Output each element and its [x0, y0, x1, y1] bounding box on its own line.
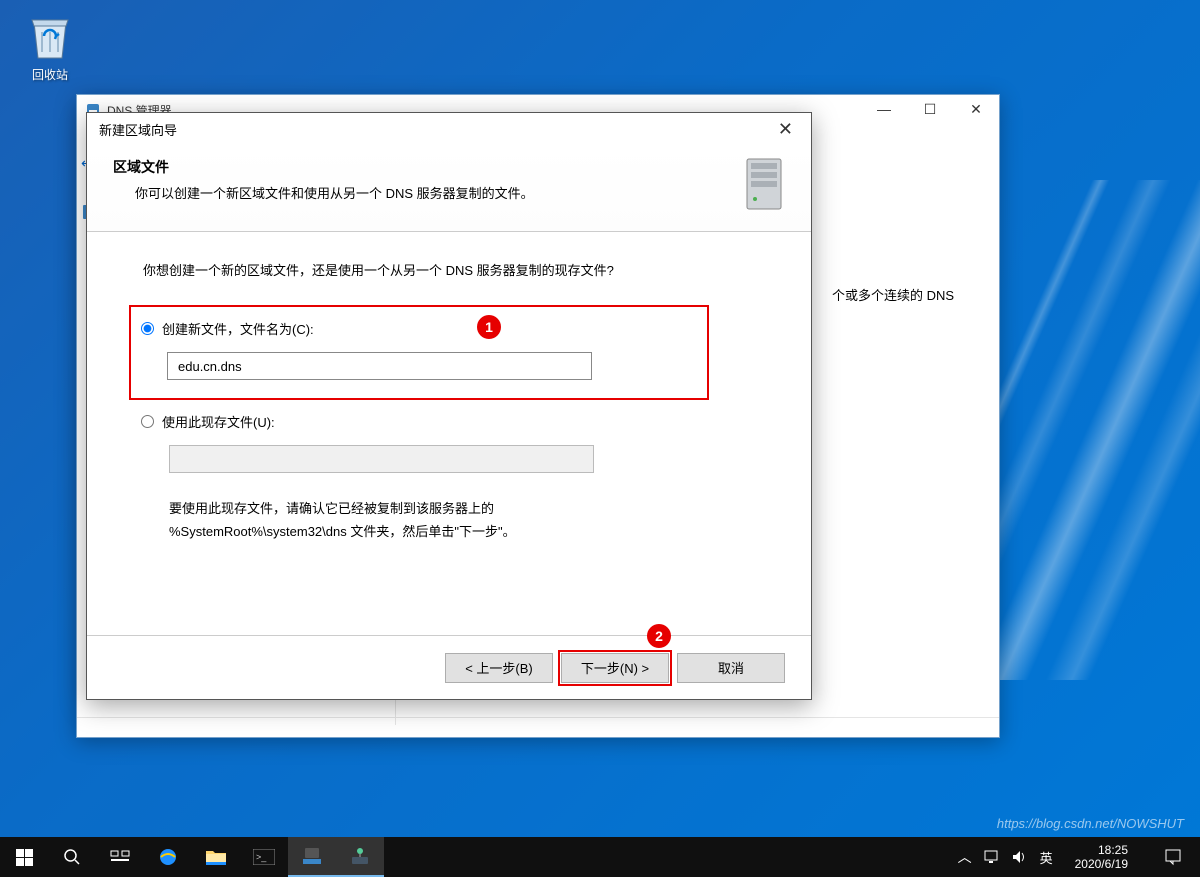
new-filename-input[interactable]	[167, 352, 592, 380]
cmd-icon: >_	[253, 849, 275, 865]
server-manager-icon	[301, 845, 323, 867]
wizard-subheading: 你可以创建一个新区域文件和使用从另一个 DNS 服务器复制的文件。	[135, 183, 534, 202]
ie-icon	[157, 846, 179, 868]
wizard-heading: 区域文件	[113, 157, 534, 177]
minimize-button[interactable]: —	[861, 95, 907, 123]
taskbar-ie[interactable]	[144, 837, 192, 877]
annotation-badge-1: 1	[477, 315, 501, 339]
bg-peek-text: 个或多个连续的 DNS	[832, 285, 954, 304]
hint-line-2: %SystemRoot%\system32\dns 文件夹，然后单击"下一步"。	[169, 520, 669, 543]
task-view-icon	[110, 849, 130, 865]
recycle-bin-icon	[28, 12, 72, 60]
annotation-box-1: 1 创建新文件，文件名为(C):	[129, 305, 709, 400]
radio-create-new-label: 创建新文件，文件名为(C):	[162, 319, 314, 338]
prev-button[interactable]: < 上一步(B)	[445, 653, 553, 683]
taskbar-cmd[interactable]: >_	[240, 837, 288, 877]
existing-filename-input	[169, 445, 594, 473]
tray-volume-icon[interactable]	[1012, 850, 1028, 864]
wizard-body: 你想创建一个新的区域文件，还是使用一个从另一个 DNS 服务器复制的现存文件? …	[87, 232, 811, 635]
wizard-footer: < 上一步(B) 下一步(N) > 取消	[87, 635, 811, 699]
radio-use-existing-input[interactable]	[141, 415, 154, 428]
system-tray: ︿ 英 18:25 2020/6/19	[958, 837, 1200, 877]
watermark: https://blog.csdn.net/NOWSHUT	[997, 816, 1184, 831]
tray-notifications[interactable]	[1150, 837, 1196, 877]
new-zone-wizard-dialog: 新建区域向导 ✕ 区域文件 你可以创建一个新区域文件和使用从另一个 DNS 服务…	[86, 112, 812, 700]
next-button[interactable]: 下一步(N) >	[561, 653, 669, 683]
dns-manager-icon	[349, 845, 371, 867]
recycle-bin[interactable]: 回收站	[20, 12, 80, 83]
wizard-titlebar[interactable]: 新建区域向导 ✕	[87, 113, 811, 145]
taskbar-explorer[interactable]	[192, 837, 240, 877]
recycle-bin-label: 回收站	[20, 66, 80, 83]
search-button[interactable]	[48, 837, 96, 877]
notification-icon	[1164, 848, 1182, 866]
tray-date: 2020/6/19	[1075, 857, 1128, 871]
wizard-title: 新建区域向导	[99, 120, 177, 139]
taskbar-server-manager[interactable]	[288, 837, 336, 877]
taskbar: >_ ︿ 英 18:25 2020/6/19	[0, 837, 1200, 877]
annotation-badge-2: 2	[647, 624, 671, 648]
wizard-question: 你想创建一个新的区域文件，还是使用一个从另一个 DNS 服务器复制的现存文件?	[143, 260, 771, 279]
bg-statusbar	[77, 717, 999, 737]
task-view-button[interactable]	[96, 837, 144, 877]
taskbar-dns-manager[interactable]	[336, 837, 384, 877]
wizard-header: 区域文件 你可以创建一个新区域文件和使用从另一个 DNS 服务器复制的文件。	[87, 145, 811, 232]
tray-ime[interactable]: 英	[1040, 848, 1053, 867]
tray-time: 18:25	[1075, 843, 1128, 857]
wizard-close-button[interactable]: ✕	[770, 119, 801, 140]
radio-create-new-input[interactable]	[141, 322, 154, 335]
tray-clock[interactable]: 18:25 2020/6/19	[1065, 843, 1138, 872]
radio-create-new[interactable]: 创建新文件，文件名为(C):	[141, 319, 689, 338]
folder-icon	[205, 848, 227, 866]
maximize-button[interactable]: ☐	[907, 95, 953, 123]
tray-chevron-up-icon[interactable]: ︿	[958, 847, 972, 867]
server-icon	[743, 157, 785, 213]
windows-logo-icon	[16, 849, 33, 866]
tray-network-icon[interactable]	[984, 850, 1000, 864]
start-button[interactable]	[0, 837, 48, 877]
search-icon	[63, 848, 81, 866]
close-button[interactable]: ✕	[953, 95, 999, 123]
cancel-button[interactable]: 取消	[677, 653, 785, 683]
hint-line-1: 要使用此现存文件，请确认它已经被复制到该服务器上的	[169, 497, 669, 520]
radio-use-existing[interactable]: 使用此现存文件(U):	[141, 412, 771, 431]
svg-text:>_: >_	[256, 852, 267, 862]
radio-use-existing-label: 使用此现存文件(U):	[162, 412, 275, 431]
wizard-hint: 要使用此现存文件，请确认它已经被复制到该服务器上的 %SystemRoot%\s…	[169, 497, 669, 544]
